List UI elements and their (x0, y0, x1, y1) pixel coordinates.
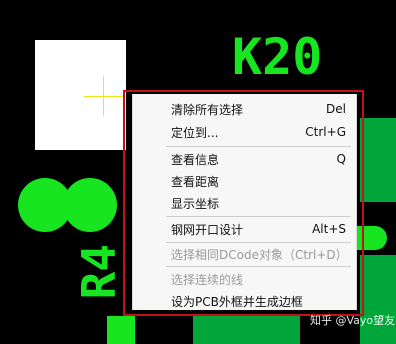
menu-item-label: 选择相同DCode对象（Ctrl+D） (171, 247, 348, 262)
menu-separator (166, 266, 351, 267)
menu-separator (166, 216, 351, 217)
menu-item-label: 选择连续的线 (171, 272, 244, 287)
context-menu: 清除所有选择 Del 定位到... Ctrl+G 查看信息 Q 查看距离 显示坐… (132, 94, 357, 310)
menu-item-label: 显示坐标 (171, 196, 220, 211)
menu-item-label: 查看信息 (171, 152, 220, 167)
green-pad-right (63, 178, 117, 232)
context-menu-highlight: 清除所有选择 Del 定位到... Ctrl+G 查看信息 Q 查看距离 显示坐… (123, 90, 364, 316)
menu-item-view-info[interactable]: 查看信息 Q (133, 148, 356, 170)
crosshair-horizontal (84, 96, 124, 97)
menu-item-label: 查看距离 (171, 174, 220, 189)
crosshair-vertical (103, 76, 104, 116)
menu-item-locate-to[interactable]: 定位到... Ctrl+G (133, 121, 356, 143)
menu-item-label: 钢网开口设计 (171, 222, 244, 237)
menu-item-select-same-dcode[interactable]: 选择相同DCode对象（Ctrl+D） (133, 243, 356, 265)
silkscreen-label-bottom-left: R4 (72, 244, 126, 300)
menu-item-label: 设为PCB外框并生成边框 (171, 294, 303, 309)
menu-item-label: 定位到... (171, 125, 219, 140)
menu-item-clear-all-selection[interactable]: 清除所有选择 Del (133, 98, 356, 120)
bottom-copper (193, 316, 300, 344)
menu-item-label: 清除所有选择 (171, 102, 244, 117)
menu-separator (166, 146, 351, 147)
right-copper-top (360, 118, 396, 202)
menu-item-show-coordinates[interactable]: 显示坐标 (133, 192, 356, 214)
white-pad (35, 40, 126, 150)
menu-item-view-distance[interactable]: 查看距离 (133, 170, 356, 192)
menu-item-shortcut: Alt+S (312, 222, 346, 236)
watermark: 知乎 @Vayo望友 (310, 314, 396, 327)
menu-item-stencil-opening-design[interactable]: 钢网开口设计 Alt+S (133, 218, 356, 240)
bottom-trace (107, 316, 135, 344)
menu-item-select-continuous-lines[interactable]: 选择连续的线 (133, 268, 356, 290)
right-copper-mid (360, 255, 396, 344)
menu-item-shortcut: Q (336, 152, 346, 166)
silkscreen-label-top-right: K20 (232, 28, 323, 86)
menu-item-set-pcb-outline[interactable]: 设为PCB外框并生成边框 (133, 290, 356, 312)
menu-item-shortcut: Ctrl+G (305, 125, 346, 139)
menu-item-shortcut: Del (326, 102, 346, 116)
